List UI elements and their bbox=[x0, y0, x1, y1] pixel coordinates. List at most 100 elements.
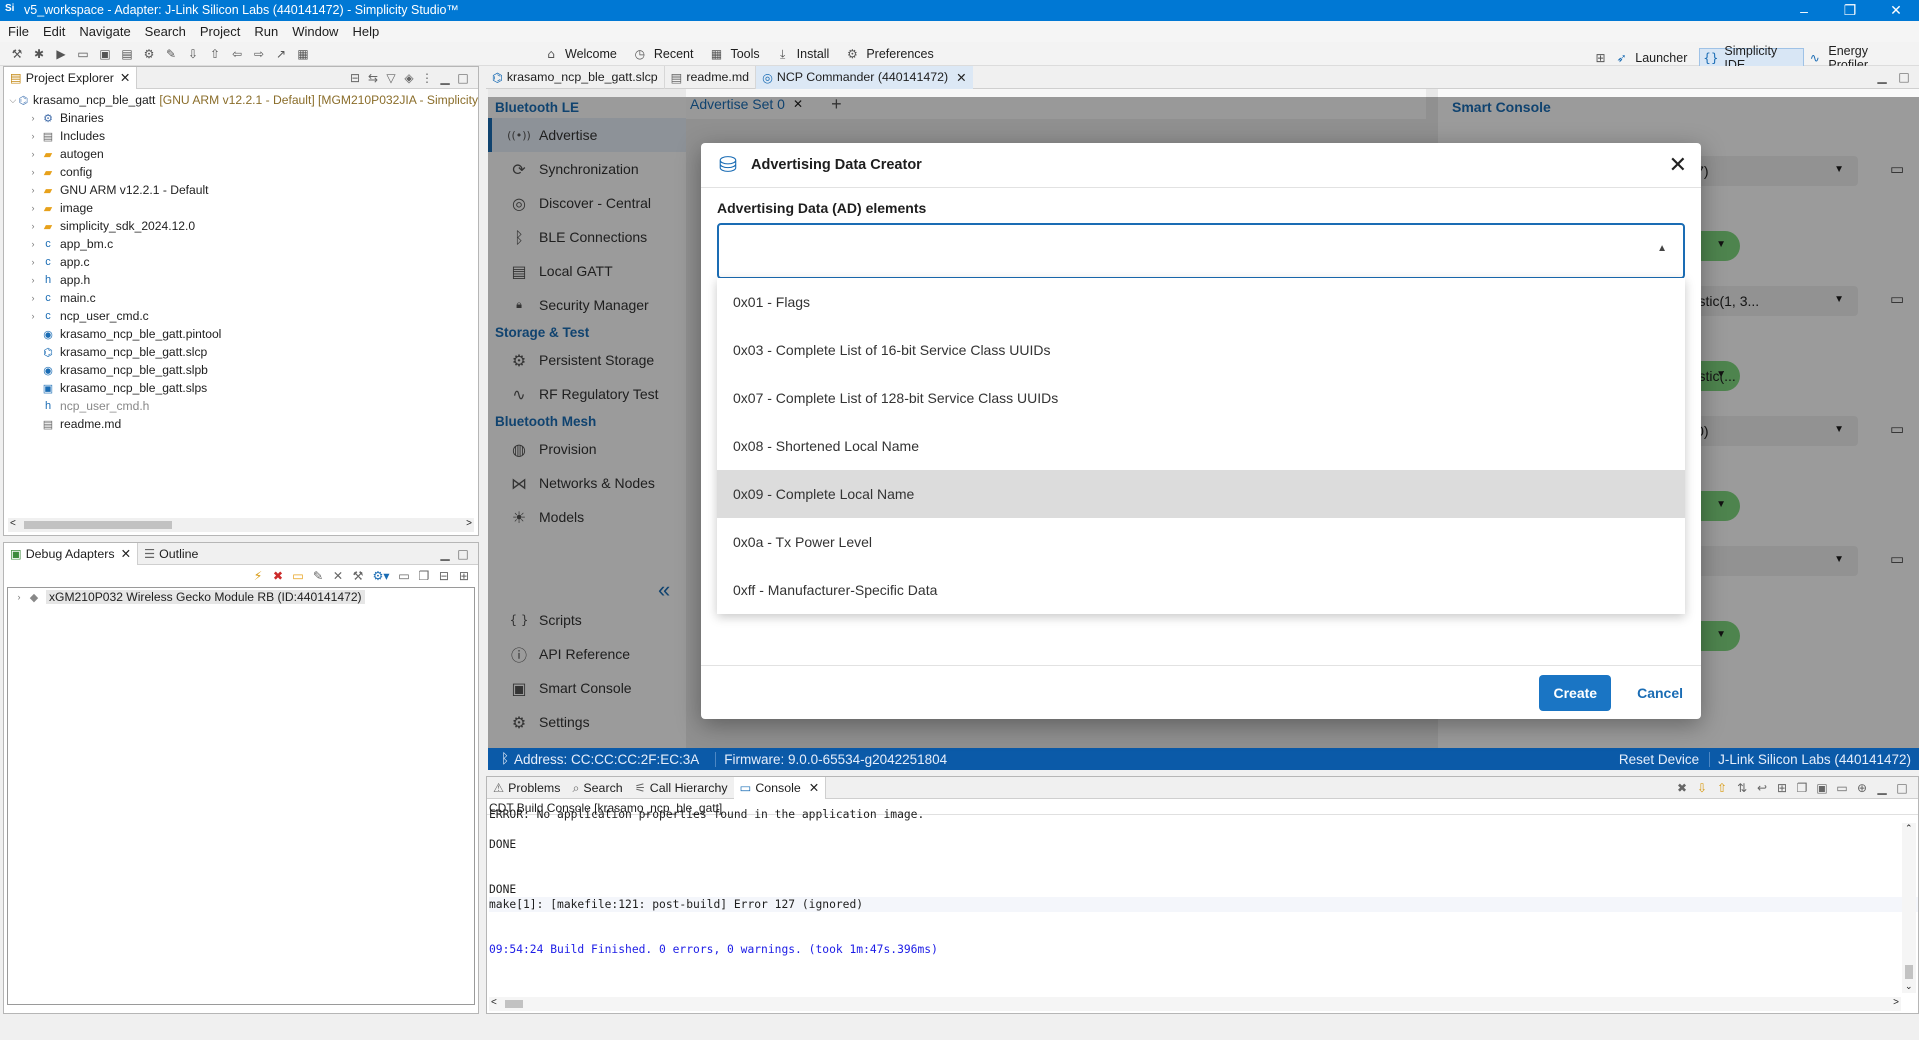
copy-icon[interactable]: ❐ bbox=[414, 569, 434, 583]
external-tool-icon[interactable]: ↗ bbox=[272, 45, 290, 63]
scroll-up-icon[interactable]: ⇧ bbox=[1712, 781, 1732, 795]
expand-icon[interactable]: › bbox=[26, 131, 40, 141]
pin-icon[interactable]: ⊞ bbox=[1772, 781, 1792, 795]
expand-icon[interactable]: › bbox=[12, 592, 26, 602]
tab-project-explorer[interactable]: ▤ Project Explorer ✕ bbox=[4, 66, 138, 89]
minimize-button[interactable]: – bbox=[1781, 0, 1827, 21]
scroll-down-arrow-icon[interactable]: ⌄ bbox=[1905, 981, 1913, 992]
menu-project[interactable]: Project bbox=[200, 24, 240, 39]
tab-ncp-commander[interactable]: ◎ NCP Commander (440141472) ✕ bbox=[755, 65, 973, 89]
tree-item[interactable]: › c main.c bbox=[26, 289, 478, 307]
scroll-left-icon[interactable]: < bbox=[491, 997, 497, 1008]
ad-option[interactable]: 0x07 - Complete List of 128-bit Service … bbox=[717, 374, 1685, 422]
expand-icon[interactable]: › bbox=[26, 185, 40, 195]
launcher-button[interactable]: Launcher bbox=[1635, 51, 1687, 65]
tab-outline[interactable]: ☰ Outline bbox=[138, 543, 204, 565]
ad-option[interactable]: 0x0a - Tx Power Level bbox=[717, 518, 1685, 566]
dropdown-arrow-up-icon[interactable]: ▲ bbox=[1657, 243, 1667, 254]
save-all-icon[interactable]: ▤ bbox=[118, 45, 136, 63]
tab-console[interactable]: ▭ Console ✕ bbox=[733, 776, 827, 799]
close-tab-icon[interactable]: ✕ bbox=[120, 70, 130, 85]
disconnect-icon[interactable]: ✖ bbox=[268, 569, 288, 583]
scroll-right-icon[interactable]: > bbox=[1893, 997, 1899, 1008]
view-menu-icon[interactable]: ⋮ bbox=[418, 71, 436, 85]
copy-icon[interactable]: ❐ bbox=[1792, 781, 1812, 795]
expand-icon[interactable]: › bbox=[26, 293, 40, 303]
simplicity-ide-perspective[interactable]: {} Simplicity IDE bbox=[1699, 44, 1805, 72]
maximize-view-icon[interactable]: □ bbox=[1892, 781, 1912, 795]
new-console-icon[interactable]: ⊕ bbox=[1852, 781, 1872, 795]
collapse-all-icon[interactable]: ⊟ bbox=[346, 71, 364, 85]
expand-icon[interactable]: › bbox=[26, 113, 40, 123]
reset-device-button[interactable]: Reset Device bbox=[1619, 752, 1709, 767]
tree-root[interactable]: ⌵ ⌬ krasamo_ncp_ble_gatt [GNU ARM v12.2.… bbox=[4, 91, 479, 109]
console-vertical-scrollbar[interactable]: ⌃ ⌄ bbox=[1902, 823, 1916, 993]
scroll-right-icon[interactable]: > bbox=[466, 518, 472, 529]
forward-icon[interactable]: ⇨ bbox=[250, 45, 268, 63]
tree-item[interactable]: ⌬ krasamo_ncp_ble_gatt.slcp bbox=[26, 343, 478, 361]
close-button[interactable]: ✕ bbox=[1873, 0, 1919, 21]
tree-item[interactable]: › ▰ image bbox=[26, 199, 478, 217]
run-icon[interactable]: ▶ bbox=[52, 45, 70, 63]
maximize-button[interactable]: ❐ bbox=[1827, 0, 1873, 21]
tree-item[interactable]: ▣ krasamo_ncp_ble_gatt.slps bbox=[26, 379, 478, 397]
minimize-view-icon[interactable]: ▁ bbox=[1872, 781, 1892, 795]
tab-readme[interactable]: ▤ readme.md bbox=[663, 65, 755, 89]
maximize-view-icon[interactable]: □ bbox=[1895, 70, 1913, 84]
menu-run[interactable]: Run bbox=[254, 24, 278, 39]
tree-item[interactable]: › c app_bm.c bbox=[26, 235, 478, 253]
scroll-down-icon[interactable]: ⇩ bbox=[1692, 781, 1712, 795]
expand-icon[interactable]: › bbox=[26, 203, 40, 213]
open-console-icon[interactable]: ▭ bbox=[1832, 781, 1852, 795]
tree-item[interactable]: › ▰ simplicity_sdk_2024.12.0 bbox=[26, 217, 478, 235]
tab-slcp[interactable]: ⌬ krasamo_ncp_ble_gatt.slcp bbox=[486, 66, 664, 89]
open-folder-icon[interactable]: ▭ bbox=[288, 569, 308, 583]
expand-icon[interactable]: › bbox=[26, 167, 40, 177]
open-perspective-icon[interactable]: ⊞ bbox=[1592, 49, 1609, 67]
grid-icon[interactable]: ▦ bbox=[294, 45, 312, 63]
menu-edit[interactable]: Edit bbox=[43, 24, 65, 39]
expand-all-icon[interactable]: ⊞ bbox=[454, 569, 474, 583]
welcome-button[interactable]: Welcome bbox=[565, 47, 617, 61]
menu-window[interactable]: Window bbox=[292, 24, 338, 39]
filter-icon[interactable]: ▽ bbox=[382, 71, 400, 85]
expand-icon[interactable]: › bbox=[26, 257, 40, 267]
tool-icon[interactable]: ✎ bbox=[162, 45, 180, 63]
tab-search[interactable]: ⌕ Search bbox=[566, 777, 628, 799]
cancel-button[interactable]: Cancel bbox=[1637, 685, 1683, 701]
debug-adapter-row[interactable]: › ◆ xGM210P032 Wireless Gecko Module RB … bbox=[8, 588, 474, 606]
expand-icon[interactable]: › bbox=[26, 311, 40, 321]
close-tab-icon[interactable]: ✕ bbox=[956, 70, 966, 85]
prev-annotation-icon[interactable]: ⇧ bbox=[206, 45, 224, 63]
ad-option[interactable]: 0x08 - Shortened Local Name bbox=[717, 422, 1685, 470]
tree-item[interactable]: ▤ readme.md bbox=[26, 415, 478, 433]
maximize-view-icon[interactable]: □ bbox=[454, 547, 472, 561]
tree-item[interactable]: › ⚙ Binaries bbox=[26, 109, 478, 127]
tree-item[interactable]: › h app.h bbox=[26, 271, 478, 289]
back-icon[interactable]: ⇦ bbox=[228, 45, 246, 63]
recent-button[interactable]: Recent bbox=[654, 47, 694, 61]
tree-item[interactable]: › ▰ GNU ARM v12.2.1 - Default bbox=[26, 181, 478, 199]
view-icon[interactable]: ▭ bbox=[394, 569, 414, 583]
tree-item[interactable]: › ▤ Includes bbox=[26, 127, 478, 145]
tree-item[interactable]: › c app.c bbox=[26, 253, 478, 271]
collapse-icon[interactable]: ⌵ bbox=[8, 95, 18, 106]
save-icon[interactable]: ▣ bbox=[96, 45, 114, 63]
link-editor-icon[interactable]: ⇆ bbox=[364, 71, 382, 85]
minimize-view-icon[interactable]: ▁ bbox=[1869, 70, 1895, 84]
tab-problems[interactable]: ⚠ Problems bbox=[487, 777, 566, 799]
tree-item[interactable]: ◉ krasamo_ncp_ble_gatt.pintool bbox=[26, 325, 478, 343]
create-button[interactable]: Create bbox=[1539, 674, 1612, 711]
remove-icon[interactable]: ✕ bbox=[328, 569, 348, 583]
clear-console-icon[interactable]: ✖ bbox=[1672, 781, 1692, 795]
scroll-up-arrow-icon[interactable]: ⌃ bbox=[1905, 823, 1913, 834]
minimize-view-icon[interactable]: ▁ bbox=[436, 71, 454, 85]
ad-option[interactable]: 0x03 - Complete List of 16-bit Service C… bbox=[717, 326, 1685, 374]
scrollbar-thumb[interactable] bbox=[505, 1000, 523, 1008]
edit-icon[interactable]: ✎ bbox=[308, 569, 328, 583]
display-icon[interactable]: ▣ bbox=[1812, 781, 1832, 795]
refresh-icon[interactable]: ⚡ bbox=[248, 569, 268, 583]
tools-button[interactable]: Tools bbox=[730, 47, 759, 61]
tree-item[interactable]: › ▰ config bbox=[26, 163, 478, 181]
scrollbar-thumb[interactable] bbox=[1905, 965, 1913, 979]
